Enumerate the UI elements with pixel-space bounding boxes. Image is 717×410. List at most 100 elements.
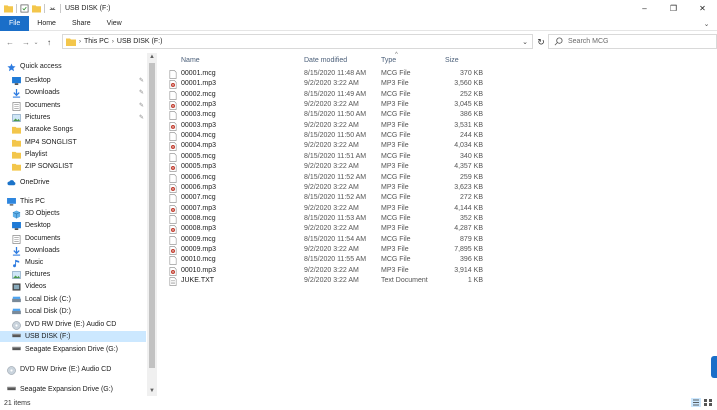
column-header-date-modified[interactable]: Date modified: [304, 53, 347, 67]
nav-item-3d-objects[interactable]: 3D Objects: [0, 208, 146, 219]
file-row[interactable]: 00003.mcg 8/15/2020 11:50 AM MCG File 386 K…: [163, 110, 717, 121]
up-button[interactable]: ↑: [43, 35, 55, 49]
file-row[interactable]: JUKE.TXT 9/2/2020 3:22 AM Text Document 1 K…: [163, 276, 717, 287]
details-view-icon[interactable]: [691, 398, 701, 407]
nav-item-documents[interactable]: Documents ✎: [0, 100, 146, 111]
file-row[interactable]: 00006.mp3 9/2/2020 3:22 AM MP3 File 3,623 K…: [163, 183, 717, 194]
minimize-button[interactable]: –: [630, 0, 659, 16]
file-row[interactable]: 00004.mp3 9/2/2020 3:22 AM MP3 File 4,034 K…: [163, 141, 717, 152]
nav-item-label: Downloads: [25, 89, 60, 96]
ribbon-tabs: File Home Share View ⌄: [0, 15, 717, 31]
file-row[interactable]: 00005.mp3 9/2/2020 3:22 AM MP3 File 4,357 K…: [163, 162, 717, 173]
expand-ribbon-button[interactable]: ⌄: [702, 19, 711, 28]
file-row[interactable]: 00005.mcg 8/15/2020 11:51 AM MCG File 340 K…: [163, 152, 717, 163]
nav-item-pictures[interactable]: Pictures ✎: [0, 112, 146, 123]
customize-quick-access-icon[interactable]: [48, 4, 57, 13]
file-row[interactable]: 00006.mcg 8/15/2020 11:52 AM MCG File 259 K…: [163, 173, 717, 184]
nav-item-music[interactable]: Music: [0, 257, 146, 268]
scroll-up-button[interactable]: ▲: [147, 53, 157, 62]
new-folder-icon[interactable]: [32, 4, 41, 13]
nav-item-downloads[interactable]: Downloads: [0, 245, 146, 256]
file-row[interactable]: 00001.mp3 9/2/2020 3:22 AM MP3 File 3,560 K…: [163, 79, 717, 90]
nav-item-seagate-expansion-drive-g[interactable]: Seagate Expansion Drive (G:): [0, 384, 146, 395]
file-row[interactable]: 00008.mcg 8/15/2020 11:53 AM MCG File 352 K…: [163, 214, 717, 225]
maximize-button[interactable]: ❐: [659, 0, 688, 16]
navigation-pane-scrollbar[interactable]: ▲ ▼: [147, 53, 157, 396]
nav-item-desktop[interactable]: Desktop ✎: [0, 75, 146, 86]
pin-icon: ✎: [138, 115, 144, 121]
nav-item-dvd-rw-drive-e-audio-cd[interactable]: DVD RW Drive (E:) Audio CD: [0, 319, 146, 330]
breadcrumb-this-pc[interactable]: This PC: [84, 38, 109, 45]
back-button[interactable]: ←: [4, 35, 16, 49]
file-row[interactable]: 00009.mcg 8/15/2020 11:54 AM MCG File 879 K…: [163, 235, 717, 246]
nav-item-playlist[interactable]: Playlist: [0, 149, 146, 160]
nav-item-usb-disk-f[interactable]: USB DISK (F:): [0, 331, 146, 342]
file-name: 00001.mp3: [181, 80, 217, 88]
nav-item-desktop[interactable]: Desktop: [0, 220, 146, 231]
nav-item-local-disk-c[interactable]: Local Disk (C:): [0, 294, 146, 305]
side-tab[interactable]: [711, 356, 717, 378]
file-row[interactable]: 00010.mp3 9/2/2020 3:22 AM MP3 File 3,914 K…: [163, 266, 717, 277]
file-name: 00009.mp3: [181, 245, 217, 253]
tab-view[interactable]: View: [99, 16, 130, 31]
tab-home[interactable]: Home: [29, 16, 64, 31]
separator: [60, 3, 61, 13]
nav-item-mp4-songlist[interactable]: MP4 SONGLIST: [0, 137, 146, 148]
scroll-down-button[interactable]: ▼: [147, 387, 157, 396]
file-date-modified: 9/2/2020 3:22 AM: [304, 101, 359, 109]
address-bar[interactable]: › This PC › USB DISK (F:) ⌄: [62, 34, 533, 49]
scrollbar-thumb[interactable]: [149, 63, 155, 368]
file-date-modified: 8/15/2020 11:55 AM: [304, 256, 367, 264]
breadcrumb-separator: ›: [111, 38, 114, 45]
recent-locations-button[interactable]: ⌄: [32, 35, 40, 49]
file-row[interactable]: 00003.mp3 9/2/2020 3:22 AM MP3 File 3,531 K…: [163, 121, 717, 132]
file-type: MP3 File: [381, 225, 409, 233]
file-row[interactable]: 00001.mcg 8/15/2020 11:48 AM MCG File 370 K…: [163, 69, 717, 80]
file-date-modified: 9/2/2020 3:22 AM: [304, 245, 359, 253]
file-row[interactable]: 00008.mp3 9/2/2020 3:22 AM MP3 File 4,287 K…: [163, 224, 717, 235]
nav-item-karaoke-songs[interactable]: Karaoke Songs: [0, 124, 146, 135]
file-type: MCG File: [381, 214, 411, 222]
address-dropdown-button[interactable]: ⌄: [522, 38, 528, 46]
nav-item-seagate-expansion-drive-g[interactable]: Seagate Expansion Drive (G:): [0, 344, 146, 355]
column-header-type[interactable]: Type: [381, 53, 396, 67]
file-size: 244 KB: [460, 132, 483, 140]
breadcrumb-usb-disk[interactable]: USB DISK (F:): [117, 38, 163, 45]
nav-item-onedrive[interactable]: OneDrive: [0, 177, 146, 188]
forward-button[interactable]: →: [20, 35, 32, 49]
properties-icon[interactable]: [20, 4, 29, 13]
navigation-pane: Quick access Desktop ✎ Downloads ✎ Documents ✎…: [0, 53, 157, 396]
pc-icon: [7, 197, 16, 206]
mp3-file-icon: [169, 225, 177, 235]
file-date-modified: 8/15/2020 11:50 AM: [304, 132, 367, 140]
column-header-size[interactable]: Size: [445, 53, 459, 67]
file-row[interactable]: 00009.mp3 9/2/2020 3:22 AM MP3 File 7,895 K…: [163, 245, 717, 256]
large-icons-view-icon[interactable]: [703, 398, 713, 407]
nav-item-documents[interactable]: Documents: [0, 233, 146, 244]
nav-item-quick-access[interactable]: Quick access: [0, 61, 146, 72]
close-button[interactable]: ✕: [688, 0, 717, 16]
file-row[interactable]: 00007.mcg 8/15/2020 11:52 AM MCG File 272 K…: [163, 193, 717, 204]
file-row[interactable]: 00002.mcg 8/15/2020 11:49 AM MCG File 252 K…: [163, 90, 717, 101]
search-box[interactable]: Search MCG: [548, 34, 717, 49]
column-header-name[interactable]: Name: [181, 53, 200, 67]
nav-item-videos[interactable]: Videos: [0, 281, 146, 292]
tab-share[interactable]: Share: [64, 16, 99, 31]
file-row[interactable]: 00002.mp3 9/2/2020 3:22 AM MP3 File 3,045 K…: [163, 100, 717, 111]
file-row[interactable]: 00010.mcg 8/15/2020 11:55 AM MCG File 396 K…: [163, 255, 717, 266]
nav-item-downloads[interactable]: Downloads ✎: [0, 87, 146, 98]
nav-item-local-disk-d[interactable]: Local Disk (D:): [0, 306, 146, 317]
search-icon: [554, 37, 563, 46]
file-row[interactable]: 00004.mcg 8/15/2020 11:50 AM MCG File 244 K…: [163, 131, 717, 142]
nav-item-zip-songlist[interactable]: ZIP SONGLIST: [0, 161, 146, 172]
nav-item-this-pc[interactable]: This PC: [0, 196, 146, 207]
download-icon: [12, 88, 21, 98]
file-row[interactable]: 00007.mp3 9/2/2020 3:22 AM MP3 File 4,144 K…: [163, 204, 717, 215]
file-type: MP3 File: [381, 121, 409, 129]
refresh-button[interactable]: ↻: [535, 35, 547, 49]
tab-file[interactable]: File: [0, 15, 30, 31]
nav-item-dvd-rw-drive-e-audio-cd[interactable]: DVD RW Drive (E:) Audio CD: [0, 364, 146, 375]
file-type: MCG File: [381, 256, 411, 264]
file-date-modified: 8/15/2020 11:49 AM: [304, 90, 367, 98]
nav-item-pictures[interactable]: Pictures: [0, 269, 146, 280]
